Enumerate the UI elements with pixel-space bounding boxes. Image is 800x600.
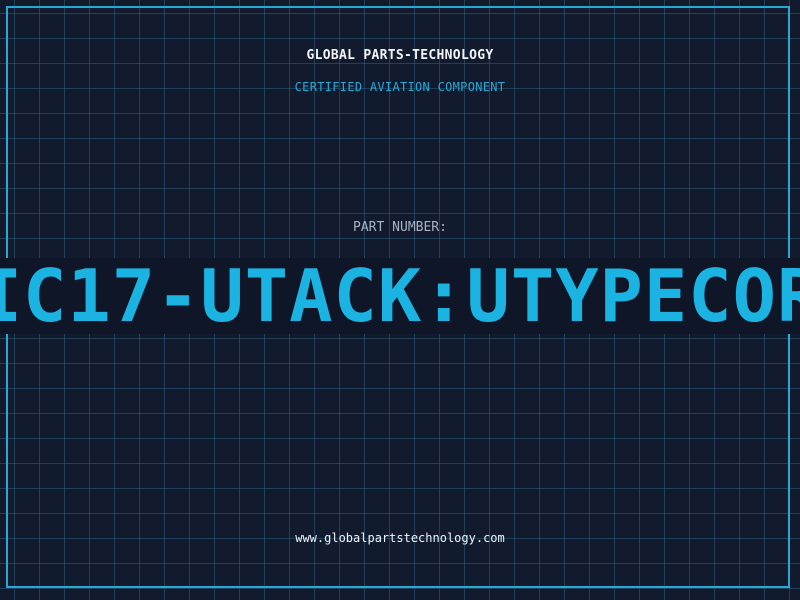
certification-tagline: CERTIFIED AVIATION COMPONENT	[294, 80, 506, 94]
part-label-card: GLOBAL PARTS-TECHNOLOGY CERTIFIED AVIATI…	[0, 0, 800, 600]
part-number-band: IC17-UTACK:UTYPECOR	[0, 258, 800, 334]
website-link[interactable]: www.globalpartstechnology.com	[0, 531, 800, 545]
part-number-value: IC17-UTACK:UTYPECOR	[0, 258, 800, 334]
part-number-label: PART NUMBER:	[353, 220, 447, 235]
company-name: GLOBAL PARTS-TECHNOLOGY	[306, 48, 494, 63]
